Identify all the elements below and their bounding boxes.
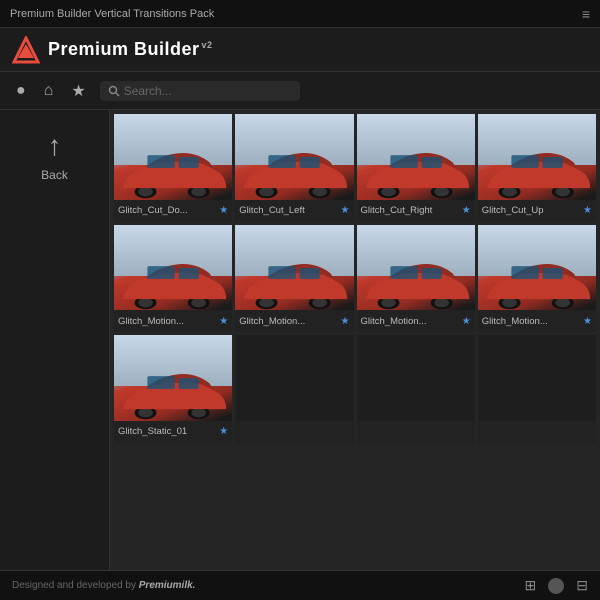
item-label-empty: [357, 421, 475, 443]
back-arrow-icon: ↑: [48, 130, 62, 162]
main-layout: ↑ Back: [0, 110, 600, 570]
item-label: Glitch_Motion... ★: [114, 310, 232, 332]
content-grid: Glitch_Cut_Do... ★: [114, 114, 596, 443]
home-button[interactable]: ⌂: [40, 78, 58, 104]
item-label: Glitch_Motion... ★: [478, 310, 596, 332]
list-item[interactable]: Glitch_Cut_Left ★: [235, 114, 353, 222]
content-area: Glitch_Cut_Do... ★: [110, 110, 600, 570]
list-item[interactable]: Glitch_Cut_Right ★: [357, 114, 475, 222]
item-label: Glitch_Motion... ★: [357, 310, 475, 332]
logo-icon: [12, 36, 40, 64]
star-icon: ★: [219, 426, 228, 437]
header: Premium Builderv2: [0, 28, 600, 72]
car-image: [235, 135, 353, 199]
bottom-bar: Designed and developed by Premiumilk. ⊞ …: [0, 570, 600, 600]
list-item-empty: [357, 335, 475, 443]
title-bar-text: Premium Builder Vertical Transitions Pac…: [10, 8, 214, 20]
credit-text: Designed and developed by: [12, 580, 136, 591]
car-image: [114, 135, 232, 199]
star-icon: ★: [341, 205, 350, 216]
star-icon: ★: [462, 205, 471, 216]
star-icon: ★: [219, 316, 228, 327]
back-button[interactable]: ↑ Back: [41, 130, 68, 182]
list-item[interactable]: Glitch_Static_01 ★: [114, 335, 232, 443]
car-image: [114, 246, 232, 310]
back-label: Back: [41, 168, 68, 182]
list-item[interactable]: Glitch_Motion... ★: [478, 225, 596, 333]
logo-text: Premium Builderv2: [48, 39, 213, 60]
list-view-button[interactable]: ⊟: [576, 577, 588, 594]
item-label: Glitch_Cut_Do... ★: [114, 200, 232, 222]
item-label: Glitch_Cut_Up ★: [478, 200, 596, 222]
list-item[interactable]: Glitch_Motion... ★: [235, 225, 353, 333]
title-bar: Premium Builder Vertical Transitions Pac…: [0, 0, 600, 28]
list-item[interactable]: Glitch_Motion... ★: [114, 225, 232, 333]
search-icon: [108, 85, 120, 97]
star-icon: ★: [583, 316, 592, 327]
brand-name: Premiumilk.: [139, 580, 196, 591]
toolbar: ● ⌂ ★: [0, 72, 600, 110]
search-input[interactable]: [124, 84, 292, 98]
star-icon: ★: [462, 316, 471, 327]
car-image: [114, 356, 232, 420]
item-label-empty: [235, 421, 353, 443]
car-image: [478, 135, 596, 199]
circle-button[interactable]: ●: [12, 78, 30, 104]
item-label: Glitch_Motion... ★: [235, 310, 353, 332]
star-icon: ★: [583, 205, 592, 216]
list-item-empty: [235, 335, 353, 443]
star-button[interactable]: ★: [67, 77, 89, 105]
bottom-bar-controls: ⊞ ⊟: [525, 577, 588, 594]
car-image: [357, 135, 475, 199]
list-item[interactable]: Glitch_Cut_Do... ★: [114, 114, 232, 222]
item-label-empty: [478, 421, 596, 443]
car-image: [478, 246, 596, 310]
car-image: [357, 246, 475, 310]
title-bar-menu[interactable]: ≡: [582, 6, 590, 22]
list-item-empty: [478, 335, 596, 443]
item-label: Glitch_Cut_Right ★: [357, 200, 475, 222]
circle-toggle-button[interactable]: [548, 578, 564, 594]
item-label: Glitch_Static_01 ★: [114, 421, 232, 443]
search-box[interactable]: [100, 81, 300, 101]
sidebar: ↑ Back: [0, 110, 110, 570]
star-icon: ★: [219, 205, 228, 216]
grid-view-button[interactable]: ⊞: [525, 577, 537, 594]
list-item[interactable]: Glitch_Cut_Up ★: [478, 114, 596, 222]
item-label: Glitch_Cut_Left ★: [235, 200, 353, 222]
car-image: [235, 246, 353, 310]
star-icon: ★: [341, 316, 350, 327]
list-item[interactable]: Glitch_Motion... ★: [357, 225, 475, 333]
